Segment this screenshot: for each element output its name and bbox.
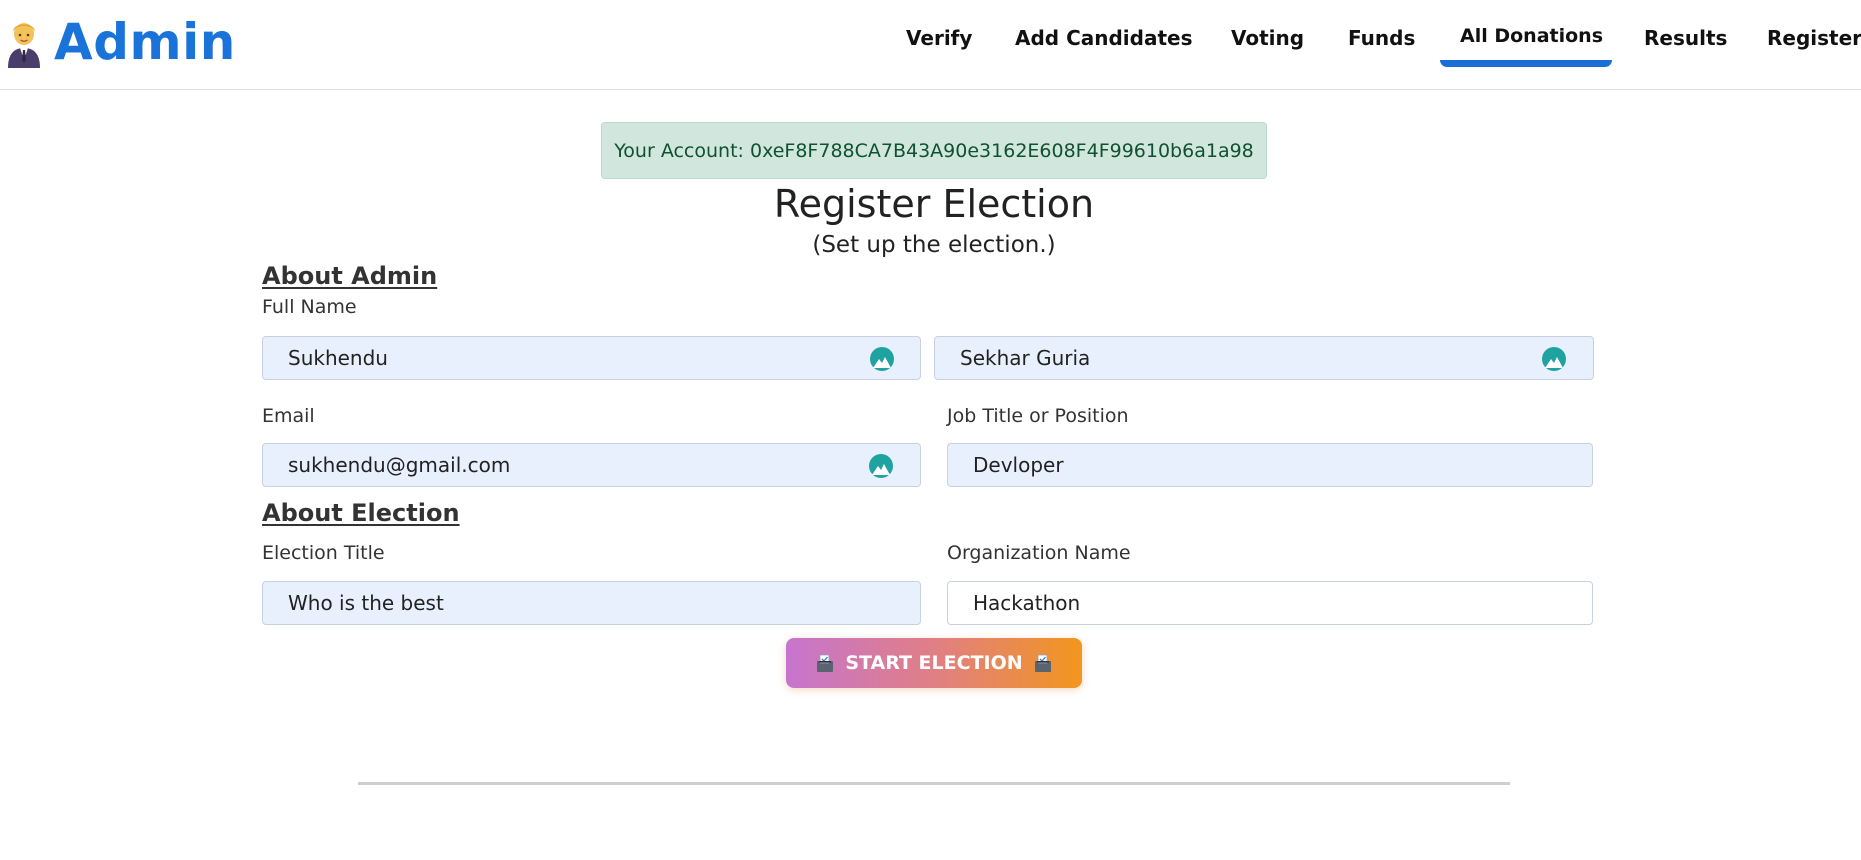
nav-voting[interactable]: Voting bbox=[1231, 26, 1304, 60]
brand-link[interactable]: Admin bbox=[4, 12, 236, 72]
organization-name-label: Organization Name bbox=[947, 542, 1131, 564]
autofill-key-icon[interactable] bbox=[1541, 346, 1567, 372]
email-input[interactable] bbox=[262, 443, 921, 487]
nav-results[interactable]: Results bbox=[1644, 26, 1727, 60]
organization-name-input[interactable] bbox=[947, 581, 1593, 625]
account-alert: Your Account: 0xeF8F788CA7B43A90e3162E60… bbox=[601, 122, 1267, 179]
ballot-box-icon bbox=[1034, 654, 1051, 672]
ballot-box-icon bbox=[817, 654, 834, 672]
nav-funds[interactable]: Funds bbox=[1348, 26, 1415, 60]
footer-divider bbox=[358, 782, 1510, 785]
last-name-input[interactable] bbox=[934, 336, 1594, 380]
email-label: Email bbox=[262, 405, 315, 427]
top-navbar: Admin Verify Add Candidates Voting Funds… bbox=[0, 0, 1861, 90]
election-title-label: Election Title bbox=[262, 542, 385, 564]
job-title-label: Job Title or Position bbox=[947, 405, 1129, 427]
page-title: Register Election bbox=[773, 182, 1095, 226]
autofill-key-icon[interactable] bbox=[868, 453, 894, 479]
nav-verify[interactable]: Verify bbox=[906, 26, 972, 60]
start-election-button[interactable]: START ELECTION bbox=[786, 638, 1082, 688]
nav-register[interactable]: Register bbox=[1767, 26, 1861, 60]
full-name-label: Full Name bbox=[262, 296, 357, 318]
nav-add-candidates[interactable]: Add Candidates bbox=[1015, 26, 1193, 60]
job-title-input[interactable] bbox=[947, 443, 1593, 487]
election-title-input[interactable] bbox=[262, 581, 921, 625]
page-subtitle: (Set up the election.) bbox=[812, 232, 1056, 258]
first-name-input[interactable] bbox=[262, 336, 921, 380]
nav-all-donations[interactable]: All Donations bbox=[1460, 25, 1603, 59]
brand-title: Admin bbox=[54, 13, 236, 71]
active-tab-indicator bbox=[1440, 60, 1612, 67]
about-election-heading: About Election bbox=[262, 499, 460, 527]
about-admin-heading: About Admin bbox=[262, 262, 438, 290]
start-election-label: START ELECTION bbox=[845, 652, 1023, 674]
admin-person-icon bbox=[8, 23, 40, 68]
autofill-key-icon[interactable] bbox=[869, 346, 895, 372]
